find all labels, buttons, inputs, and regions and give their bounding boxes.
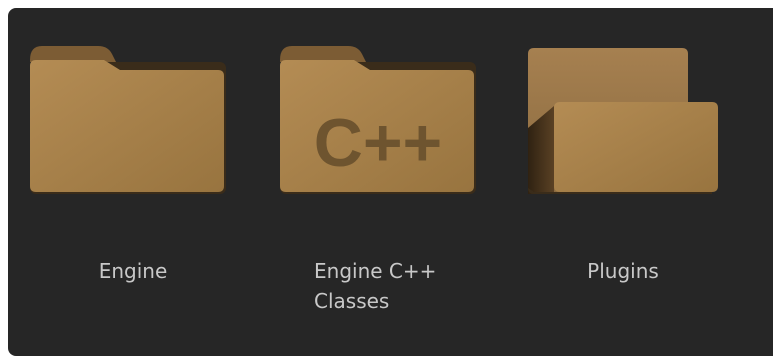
- label-line-1: Engine C++: [314, 259, 437, 283]
- content-browser-panel: Engine C++ Engine C++ Classes Plugins: [8, 8, 773, 356]
- folder-label-engine-cpp-classes: Engine C++ Classes: [314, 256, 436, 316]
- folder-label-plugins: Plugins: [587, 259, 659, 283]
- folder-label-engine: Engine: [98, 259, 168, 283]
- folder-icon: [30, 46, 226, 194]
- open-folder-icon: [528, 48, 718, 194]
- folder-item-engine[interactable]: Engine: [8, 8, 228, 356]
- cpp-folder-icon: C++: [280, 46, 476, 194]
- folder-item-engine-cpp-classes[interactable]: C++ Engine C++ Classes: [258, 8, 478, 356]
- label-line-2: Classes: [314, 289, 390, 313]
- cpp-badge: C++: [314, 105, 443, 181]
- folder-item-plugins[interactable]: Plugins: [508, 8, 728, 356]
